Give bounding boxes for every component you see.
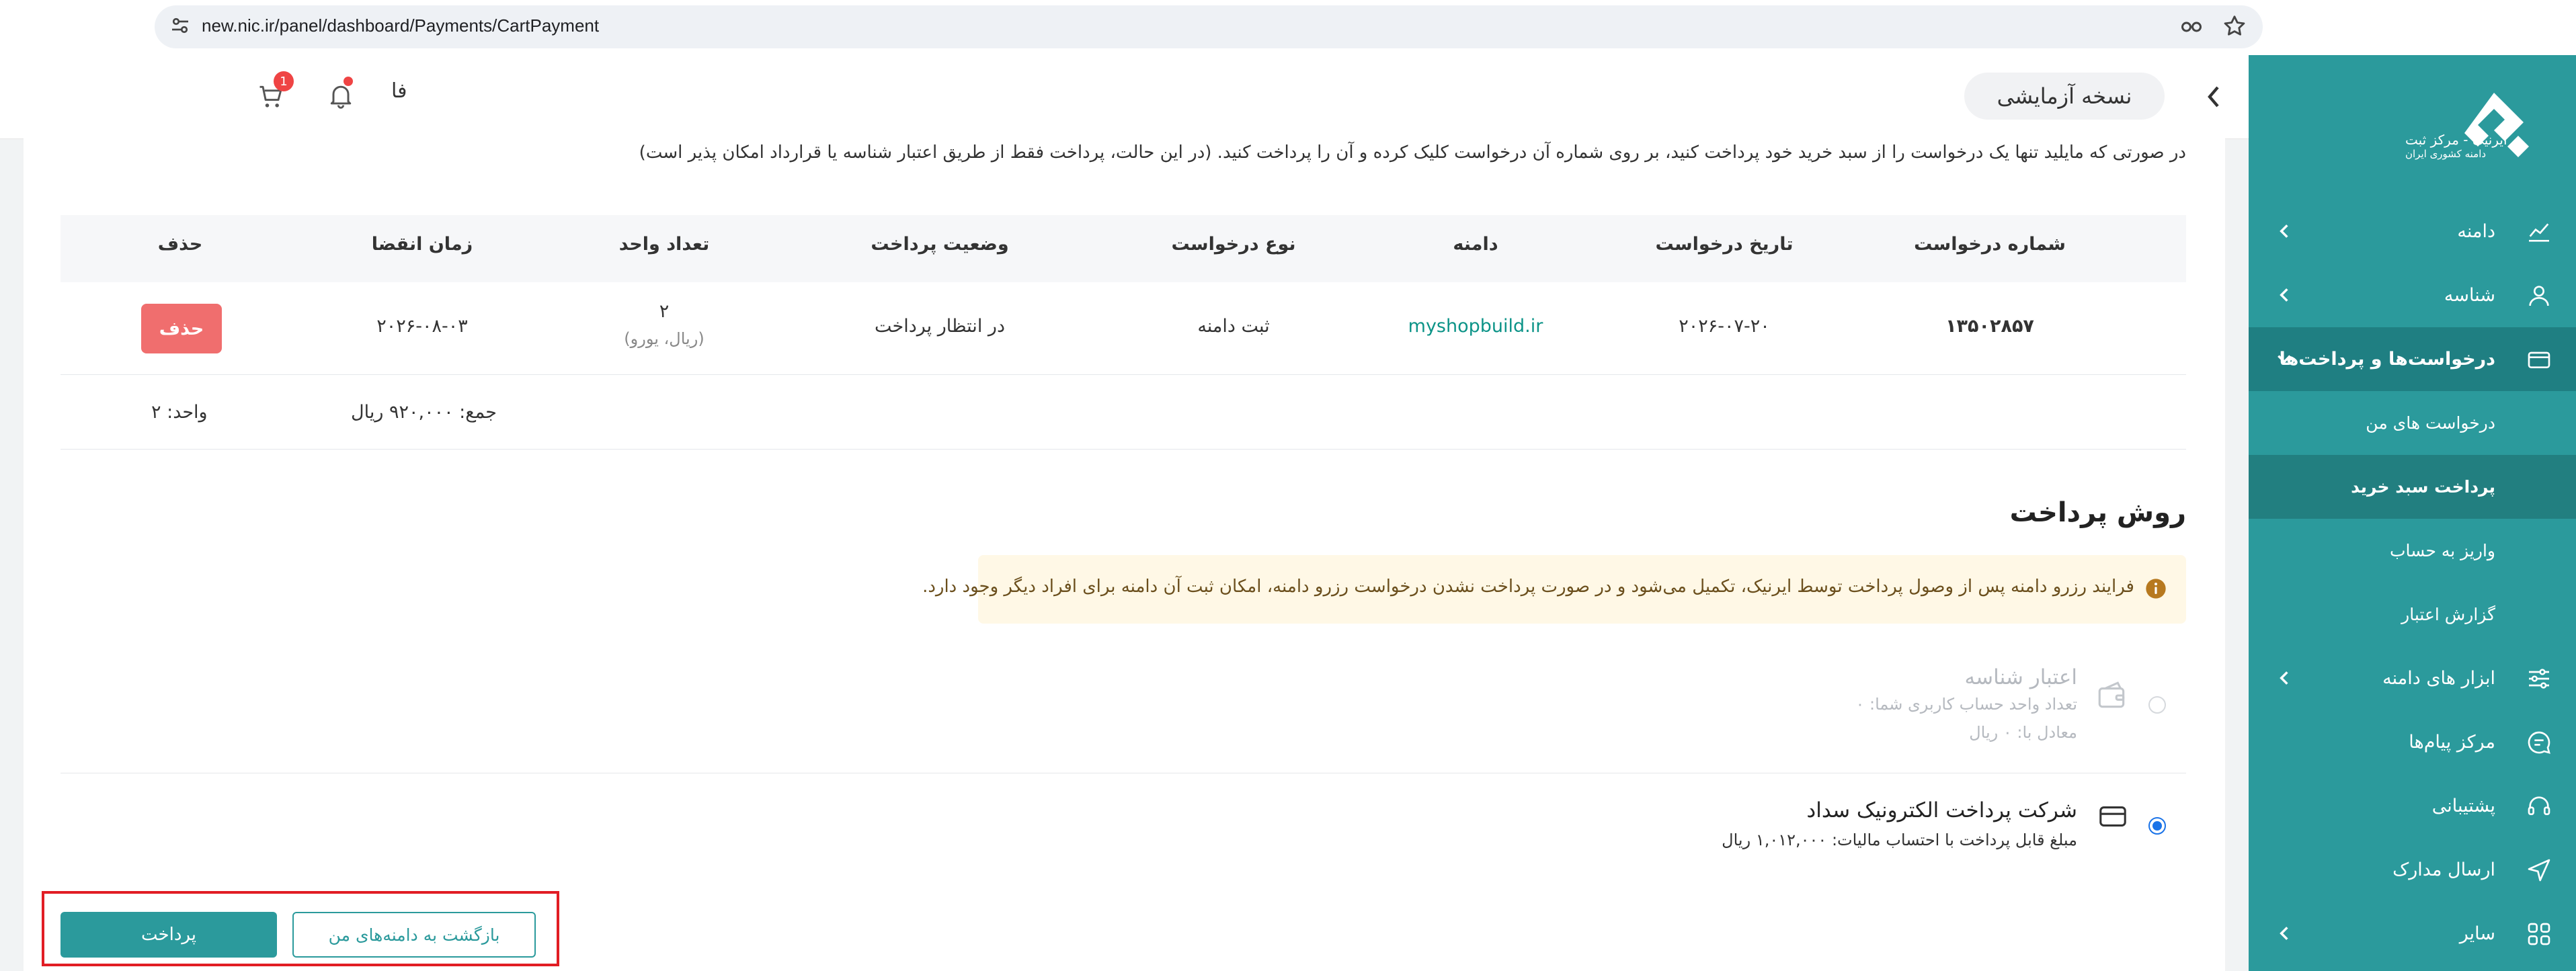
info-icon — [2146, 579, 2166, 599]
payment-status: در انتظار پرداخت — [875, 316, 1005, 337]
sidebar-item-label: شناسه — [2444, 285, 2495, 306]
sidebar-item-domain[interactable]: دامنه — [2249, 200, 2576, 263]
headset-icon — [2528, 796, 2550, 815]
option-title: شرکت پرداخت الکترونیک سداد — [1806, 798, 2077, 822]
request-date: ۲۰۲۶-۰۷-۲۰ — [1679, 316, 1770, 337]
wallet-icon — [2098, 681, 2125, 708]
sliders-icon — [2529, 669, 2549, 689]
option-detail: مبلغ قابل پرداخت با احتساب مالیات: ۱,۰۱۲… — [1722, 831, 2077, 849]
site-settings-icon[interactable] — [168, 13, 192, 38]
sadad-radio[interactable] — [2148, 817, 2166, 835]
notice-text: فرایند رزرو دامنه پس از وصول پرداخت توسط… — [922, 577, 2134, 597]
request-type: ثبت دامنه — [1197, 316, 1270, 337]
sidebar-item-label: ارسال مدارک — [2392, 859, 2495, 880]
column-header: حذف — [157, 234, 203, 255]
sidebar-subitem-label: گزارش اعتبار — [2401, 605, 2495, 624]
pay-button[interactable]: پرداخت — [61, 912, 277, 958]
bookmark-star-icon[interactable] — [2222, 13, 2247, 39]
option-detail: معادل با: ۰ ریال — [1969, 723, 2077, 742]
url-text[interactable]: new.nic.ir/panel/dashboard/Payments/Cart… — [202, 13, 599, 38]
domain-link[interactable]: myshopbuild.ir — [1408, 316, 1543, 337]
sidebar-item-label: مرکز پیام‌ها — [2409, 732, 2495, 753]
column-header: دامنه — [1453, 234, 1498, 255]
sidebar-item-identity[interactable]: شناسه — [2249, 263, 2576, 327]
message-icon — [2528, 731, 2550, 754]
sidebar-item-domain-tools[interactable]: ابزار های دامنه — [2249, 646, 2576, 710]
sidebar-subitem-credit-report[interactable]: گزارش اعتبار — [2249, 583, 2576, 646]
sidebar-subitem-label: واریز به حساب — [2389, 541, 2495, 560]
sidebar-item-label: ابزار های دامنه — [2382, 668, 2495, 689]
chart-icon — [2529, 223, 2549, 242]
column-header: وضعیت پرداخت — [871, 234, 1009, 255]
browser-toolbar: new.nic.ir/panel/dashboard/Payments/Cart… — [0, 0, 2576, 55]
payment-method-title: روش پرداخت — [2009, 497, 2186, 528]
sidebar-subitem-cart-payment[interactable]: پرداخت سبد خرید — [2249, 455, 2576, 519]
column-header: شماره درخواست — [1914, 234, 2066, 255]
chevron-left-icon — [2280, 927, 2288, 940]
intro-text: در صورتی که مایلید تنها یک درخواست را از… — [639, 142, 2186, 163]
option-detail: تعداد واحد حساب کاربری شما: ۰ — [1855, 695, 2077, 714]
sidebar-item-requests-payments[interactable]: درخواست‌ها و پرداخت‌ها — [2249, 327, 2576, 391]
sidebar-item-label: پشتیبانی — [2431, 796, 2495, 816]
sidebar-subitem-my-requests[interactable]: درخواست های من — [2249, 391, 2576, 455]
column-header: تعداد واحد — [618, 234, 710, 255]
total-amount: جمع: ۹۲۰,۰۰۰ ریال — [351, 402, 497, 423]
logo-subtitle: دامنه کشوری ایران — [2405, 148, 2487, 160]
chevron-down-icon — [2278, 355, 2291, 364]
sidebar-item-label: دامنه — [2457, 221, 2495, 242]
send-icon — [2528, 859, 2550, 882]
language-switch[interactable]: فا — [391, 79, 407, 103]
row-divider — [61, 374, 2186, 375]
summary-divider — [61, 449, 2186, 450]
chevron-left-icon[interactable] — [2204, 83, 2224, 110]
chevron-left-icon — [2280, 671, 2288, 685]
user-icon — [2529, 286, 2549, 306]
sidebar-item-send-documents[interactable]: ارسال مدارک — [2249, 838, 2576, 902]
notification-dot — [344, 77, 353, 86]
column-header: نوع درخواست — [1171, 234, 1296, 255]
sidebar-item-label: درخواست‌ها و پرداخت‌ها — [2279, 349, 2495, 370]
sidebar-item-other[interactable]: سایر — [2249, 902, 2576, 966]
back-to-domains-button[interactable]: بازگشت به دامنه‌های من — [292, 912, 536, 958]
column-header: تاریخ درخواست — [1655, 234, 1794, 255]
delete-button[interactable]: حذف — [141, 304, 222, 353]
password-key-icon[interactable] — [2178, 15, 2205, 39]
sidebar-item-support[interactable]: پشتیبانی — [2249, 774, 2576, 838]
sidebar-subitem-label: پرداخت سبد خرید — [2351, 477, 2495, 497]
sidebar-item-messages[interactable]: مرکز پیام‌ها — [2249, 710, 2576, 774]
credit-radio[interactable] — [2148, 696, 2166, 714]
sidebar-subitem-label: درخواست های من — [2366, 413, 2495, 433]
total-units: واحد: ۲ — [151, 402, 208, 423]
unit-count: ۲ — [659, 301, 670, 322]
sidebar-item-label: سایر — [2459, 923, 2495, 944]
environment-badge: نسخه آزمایشی — [1964, 73, 2165, 120]
bell-icon[interactable] — [326, 81, 356, 110]
card-icon — [2528, 351, 2550, 368]
cart-count-badge: 1 — [274, 71, 294, 91]
logo-title: ایرنیک - مرکز ثبت — [2405, 132, 2507, 148]
unit-count-note: (ریال، یورو) — [624, 329, 705, 348]
option-title: اعتبار شناسه — [1964, 665, 2077, 689]
column-header: زمان انقضا — [371, 234, 473, 255]
chevron-left-icon — [2280, 224, 2288, 238]
expiry-date: ۲۰۲۶-۰۸-۰۳ — [376, 316, 468, 337]
request-number-link[interactable]: ۱۳۵۰۲۸۵۷ — [1945, 316, 2034, 337]
chevron-left-icon — [2280, 288, 2288, 302]
grid-icon — [2528, 923, 2550, 945]
credit-card-icon — [2099, 806, 2126, 827]
sidebar-subitem-deposit[interactable]: واریز به حساب — [2249, 519, 2576, 583]
